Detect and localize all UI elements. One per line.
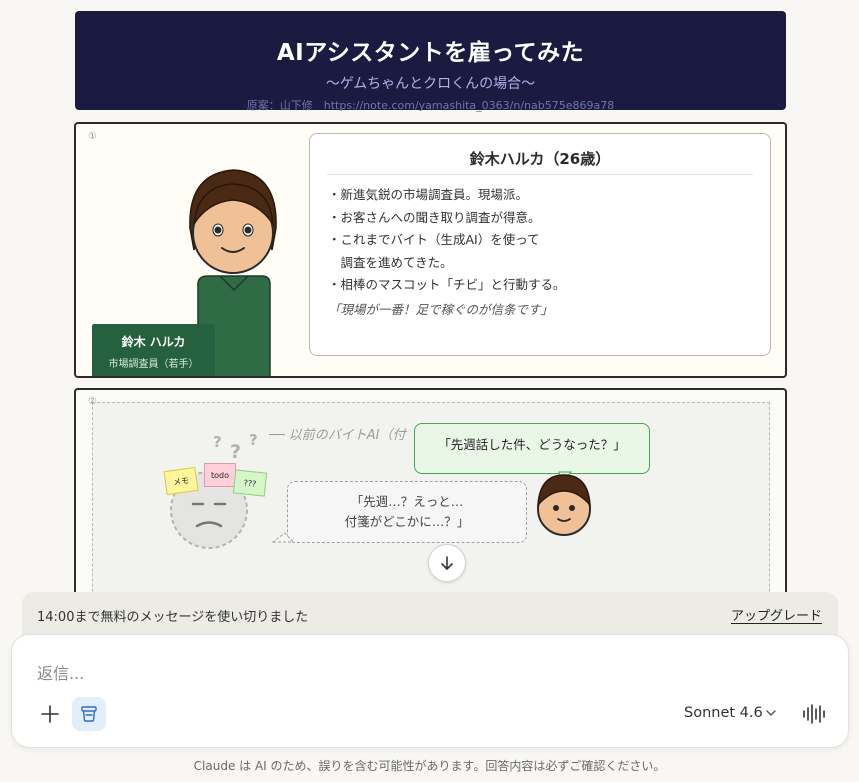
old-bubble-line: 付箋がどこかに…？」 <box>344 514 470 529</box>
arrow-down-icon <box>441 556 453 570</box>
haruka-face-icon <box>537 474 591 536</box>
reply-input[interactable]: 返信... <box>37 660 84 684</box>
question-mark: ? <box>213 433 222 451</box>
profile-quote: 「現場が一番！足で稼ぐのが信条です」 <box>328 301 554 317</box>
panel-number-2: ② <box>88 396 97 407</box>
usage-limit-message: 14:00まで無料のメッセージを使い切りました <box>37 610 309 625</box>
question-mark: ? <box>249 431 258 449</box>
chevron-down-icon[interactable] <box>765 707 777 719</box>
profile-line: ・相棒のマスコット「チビ」と行動する。 <box>328 277 566 292</box>
project-button[interactable] <box>72 697 106 731</box>
sticky-note: ??? <box>232 469 268 497</box>
ai-disclaimer: Claude は AI のため、誤りを含む可能性があります。回答内容は必ずご確認… <box>193 759 666 773</box>
comic-credit: 原案：山下修 https://note.com/yamashita_0363/n… <box>246 99 615 112</box>
comic-title: AIアシスタントを雇ってみた <box>276 40 585 66</box>
profile-line: ・新進気鋭の市場調査員。現場派。 <box>328 187 529 202</box>
project-icon <box>81 706 97 722</box>
message-composer: 返信... Sonnet 4.6 <box>11 634 849 748</box>
profile-line: 調査を進めてきた。 <box>328 254 453 270</box>
model-selector[interactable]: Sonnet 4.6 <box>684 705 763 721</box>
nametag-role: 市場調査員（若手） <box>108 359 199 370</box>
comic-header: AIアシスタントを雇ってみた 〜ゲムちゃんとクロくんの場合〜 原案：山下修 ht… <box>75 11 786 112</box>
profile-lines: ・新進気鋭の市場調査員。現場派。 ・お客さんへの聞き取り調査が得意。 ・これまで… <box>310 175 770 321</box>
haruka-speech-bubble: 「先週話した件、どうなった？」 <box>414 423 650 474</box>
plus-icon <box>41 705 59 723</box>
previous-ai-label: ── 以前のバイトAI（付 <box>269 428 406 443</box>
profile-card: 鈴木ハルカ（26歳） ・新進気鋭の市場調査員。現場派。 ・お客さんへの聞き取り調… <box>309 133 771 356</box>
profile-line: ・これまでバイト（生成AI）を使って <box>328 232 540 247</box>
panel-number: ① <box>88 131 97 142</box>
nametag-name: 鈴木 ハルカ <box>121 335 186 349</box>
comic-subtitle: 〜ゲムちゃんとクロくんの場合〜 <box>325 76 536 92</box>
voice-icon[interactable] <box>802 703 828 725</box>
old-bubble-tail <box>271 532 295 543</box>
profile-line: ・お客さんへの聞き取り調査が得意。 <box>328 209 541 225</box>
comic-panel-1: ① 鈴木 ハルカ 市場調査員（若手） 鈴木ハルカ（26歳） ・新進気鋭の市場調査… <box>74 122 787 378</box>
profile-title: 鈴木ハルカ（26歳） <box>327 148 753 175</box>
add-attachment-button[interactable] <box>35 699 65 729</box>
question-mark: ? <box>230 441 242 463</box>
sticky-note: メモ <box>163 466 199 496</box>
old-bubble-line: 「先週…？えっと… <box>350 494 464 509</box>
sticky-note: todo <box>204 463 236 487</box>
character-nametag: 鈴木 ハルカ 市場調査員（若手） <box>92 324 215 376</box>
old-ai-speech-bubble: 「先週…？えっと… 付箋がどこかに…？」 <box>287 481 527 543</box>
scroll-to-bottom-button[interactable] <box>428 544 466 582</box>
upgrade-link[interactable]: アップグレード <box>731 605 822 624</box>
